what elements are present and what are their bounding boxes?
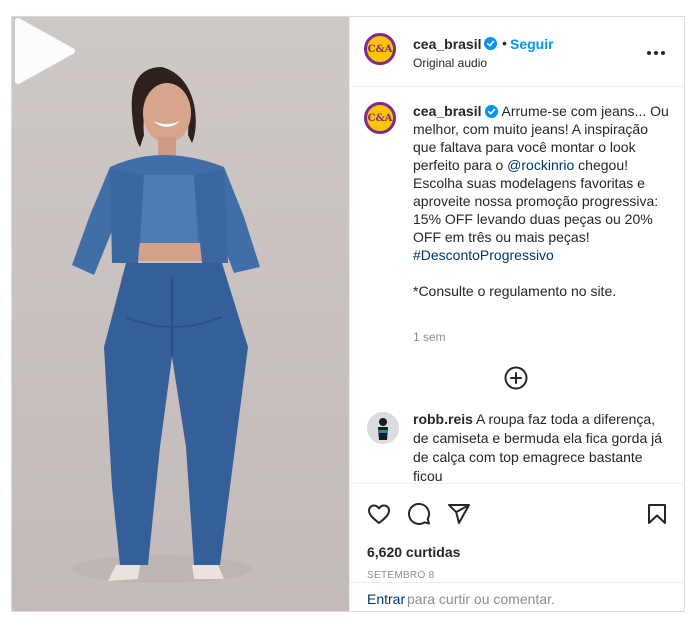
play-icon[interactable] — [12, 17, 76, 85]
commenter-photo — [367, 412, 399, 444]
caption-hashtag-link[interactable]: #DescontoProgressivo — [413, 247, 554, 263]
comments-section: C&A cea_brasil Arrume-se com jeans... Ou… — [350, 88, 685, 482]
caption-avatar[interactable]: C&A — [364, 102, 396, 134]
post-header: C&A cea_brasil • Seguir Original audio — [350, 17, 685, 87]
header-separator: • — [502, 35, 507, 51]
plus-circle-icon[interactable] — [504, 366, 528, 390]
account-avatar[interactable]: C&A — [364, 33, 396, 65]
post-side-panel: C&A cea_brasil • Seguir Original audio C… — [349, 17, 685, 611]
verified-badge-icon — [484, 37, 497, 50]
caption-username[interactable]: cea_brasil — [413, 103, 482, 119]
comment-bubble-icon[interactable] — [407, 502, 431, 526]
bookmark-icon[interactable] — [645, 502, 669, 526]
account-username[interactable]: cea_brasil — [413, 36, 482, 52]
post-dialog: C&A cea_brasil • Seguir Original audio C… — [11, 16, 685, 612]
post-date: SETEMBRO 8 — [367, 570, 435, 581]
avatar-logo-text: C&A — [367, 43, 393, 55]
commenter-avatar[interactable] — [367, 412, 399, 444]
comment-item: robb.reis A roupa faz toda a diferença, … — [413, 410, 673, 482]
audio-label[interactable]: Original audio — [413, 56, 487, 70]
heart-icon[interactable] — [367, 502, 391, 526]
avatar-logo-text: C&A — [367, 112, 393, 124]
more-options-icon[interactable] — [644, 43, 668, 63]
paper-plane-icon[interactable] — [447, 502, 471, 526]
add-comment-bar: Entrar para curtir ou comentar. — [350, 582, 685, 611]
login-link[interactable]: Entrar — [367, 591, 405, 607]
post-caption: cea_brasil Arrume-se com jeans... Ou mel… — [413, 102, 673, 300]
model-photo — [72, 67, 260, 583]
comment-username[interactable]: robb.reis — [413, 411, 473, 427]
follow-button[interactable]: Seguir — [510, 36, 554, 52]
login-prompt-text: para curtir ou comentar. — [407, 591, 555, 607]
post-video[interactable] — [12, 17, 349, 611]
verified-badge-icon — [485, 105, 499, 118]
likes-count[interactable]: 6,620 curtidas — [367, 544, 460, 560]
caption-note: *Consulte o regulamento no site. — [413, 283, 617, 299]
caption-timestamp[interactable]: 1 sem — [413, 330, 446, 344]
caption-mention-link[interactable]: @rockinrio — [507, 157, 574, 173]
